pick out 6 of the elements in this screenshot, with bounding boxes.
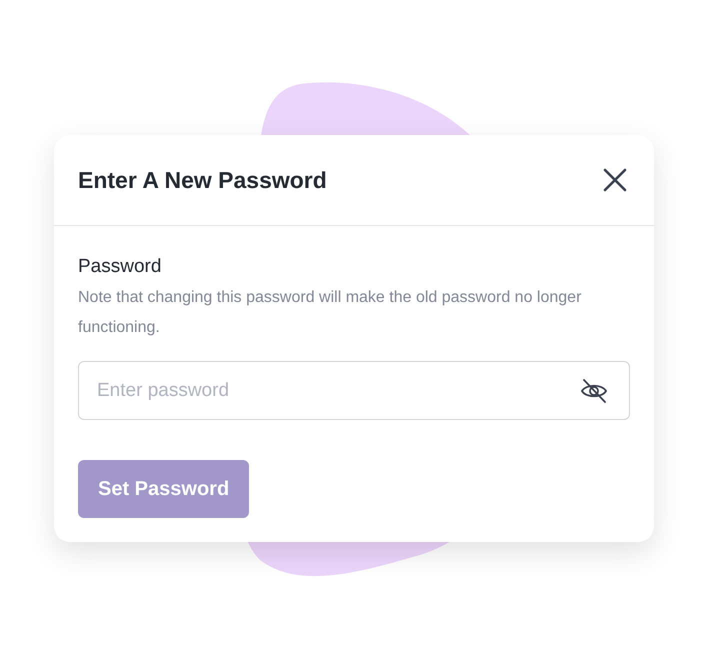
password-field[interactable]: Enter password xyxy=(78,361,630,420)
close-icon[interactable] xyxy=(602,167,628,193)
field-label: Password xyxy=(78,256,162,278)
eye-slash-icon[interactable] xyxy=(580,377,608,405)
dialog-title: Enter A New Password xyxy=(78,166,327,194)
field-note: Note that changing this password will make the old password no longer functioning. xyxy=(78,288,582,338)
